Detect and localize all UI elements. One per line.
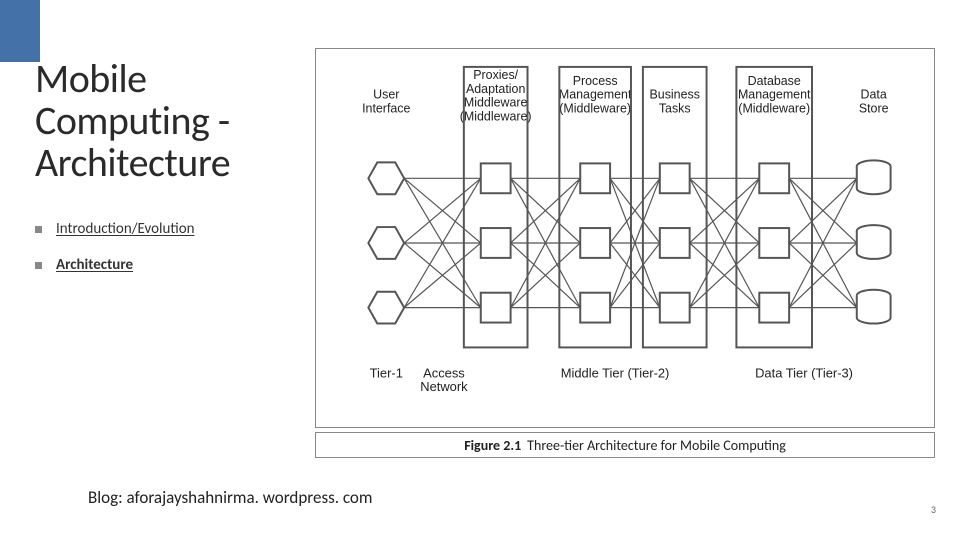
box-node	[580, 228, 610, 258]
accent-bar	[0, 0, 40, 62]
bullet-text: Introduction/Evolution	[56, 220, 194, 238]
col-label-bt: BusinessTasks	[650, 88, 700, 116]
col-label-dbm: DatabaseManagement(Middleware)	[738, 74, 811, 116]
col-label-pm: ProcessManagement(Middleware)	[559, 74, 632, 116]
caption-text: Three-tier Architecture for Mobile Compu…	[527, 437, 786, 454]
bullet-item: Architecture	[35, 256, 295, 274]
hex-node	[368, 292, 404, 324]
box-node	[759, 163, 789, 193]
caption-label: Figure 2.1	[464, 437, 521, 454]
tier1-label: Tier-1	[370, 365, 403, 380]
box-node	[660, 228, 690, 258]
tier2-label: Middle Tier (Tier-2)	[561, 365, 670, 380]
cylinder-node	[857, 290, 891, 324]
col-label-ui: UserInterface	[362, 88, 410, 116]
access-label: AccessNetwork	[420, 365, 468, 394]
box-node	[580, 163, 610, 193]
bullet-marker-icon	[35, 262, 42, 269]
box-node	[660, 163, 690, 193]
architecture-svg: UserInterface Proxies/AdaptationMiddlewa…	[316, 49, 934, 427]
cylinder-node	[857, 160, 891, 194]
box-node	[481, 293, 511, 323]
tier3-label: Data Tier (Tier-3)	[755, 365, 853, 380]
box-node	[481, 163, 511, 193]
slide-title: Mobile Computing - Architecture	[35, 58, 305, 184]
box-node	[481, 228, 511, 258]
slide: Mobile Computing - Architecture Introduc…	[0, 0, 960, 540]
footer-text: Blog: aforajayshahnirma. wordpress. com	[88, 487, 372, 508]
bullet-item: Introduction/Evolution	[35, 220, 295, 238]
bullet-marker-icon	[35, 226, 42, 233]
architecture-figure: UserInterface Proxies/AdaptationMiddlewa…	[315, 48, 935, 428]
col-label-prox: Proxies/AdaptationMiddleware(Middleware)	[460, 68, 532, 124]
hex-node	[368, 227, 404, 259]
cylinder-node	[857, 225, 891, 259]
hex-node	[368, 162, 404, 194]
box-node	[759, 228, 789, 258]
col-label-ds: DataStore	[859, 88, 889, 116]
page-number: 3	[931, 503, 936, 516]
box-node	[580, 293, 610, 323]
figure-caption: Figure 2.1 Three-tier Architecture for M…	[315, 432, 935, 458]
box-node	[759, 293, 789, 323]
bullet-text: Architecture	[56, 256, 133, 274]
bullet-list: Introduction/Evolution Architecture	[35, 220, 295, 292]
box-node	[660, 293, 690, 323]
